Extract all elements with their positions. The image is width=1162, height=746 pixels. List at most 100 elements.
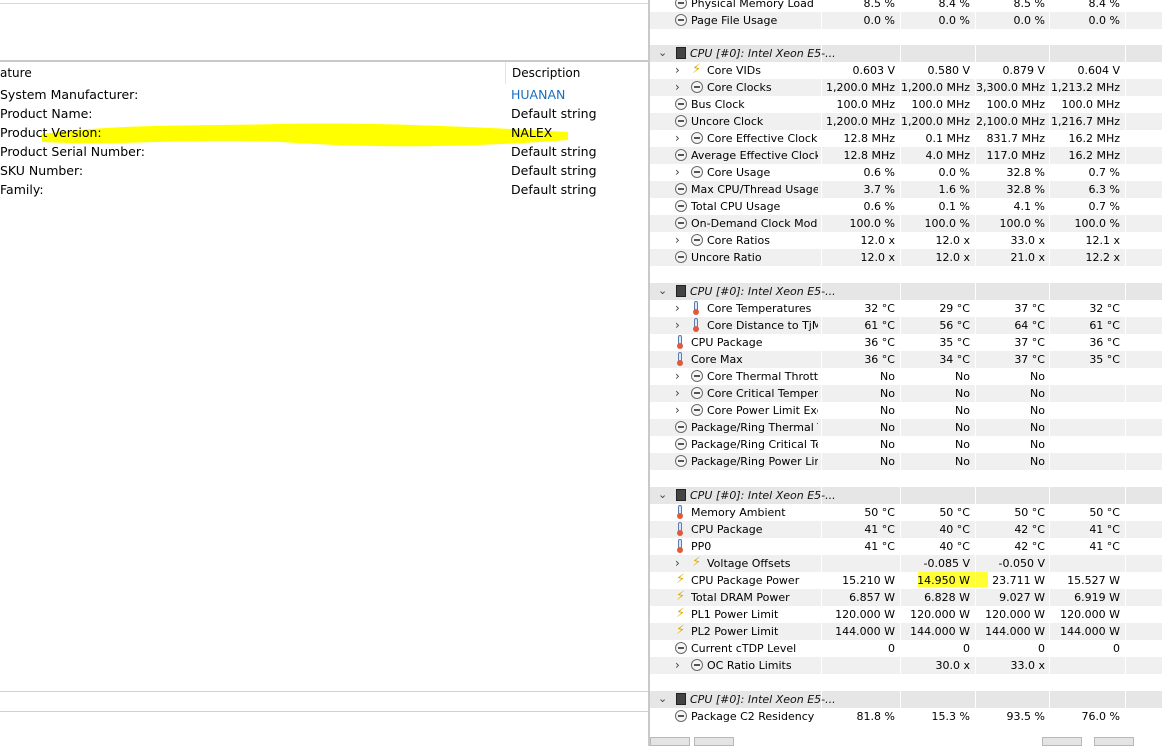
chevron-down-icon[interactable]: ⌄ <box>658 46 667 59</box>
table-row[interactable]: System Manufacturer: HUANAN <box>0 87 648 106</box>
sensor-row[interactable]: Page File Usage 0.0 % 0.0 % 0.0 % 0.0 % <box>650 12 1162 29</box>
monitor-button[interactable] <box>1042 737 1082 746</box>
sensor-row[interactable]: Current cTDP Level 0 0 0 0 <box>650 640 1162 657</box>
sensor-row[interactable]: Average Effective Clock 12.8 MHz 4.0 MHz 11… <box>650 147 1162 164</box>
toolbar-button[interactable] <box>694 737 734 746</box>
sensor-row[interactable]: CPU Package 36 °C 35 °C 37 °C 36 °C <box>650 334 1162 351</box>
description-link[interactable]: HUANAN <box>511 87 565 102</box>
sensor-row[interactable]: PP0 41 °C 40 °C 42 °C 41 °C <box>650 538 1162 555</box>
sensor-name: CPU Package <box>691 523 763 536</box>
chevron-right-icon[interactable]: › <box>675 301 680 315</box>
sensor-row[interactable]: › Core Power Limit Exc... No No No <box>650 402 1162 419</box>
sensor-row[interactable]: › Core Usage 0.6 % 0.0 % 32.8 % 0.7 % <box>650 164 1162 181</box>
sensor-name: Core Critical Tempera... <box>707 387 818 400</box>
min-value: 56 °C <box>939 319 970 332</box>
sensor-row[interactable]: › Core Thermal Throttling No No No <box>650 368 1162 385</box>
sensor-row[interactable]: ⚡ CPU Package Power 15.210 W 14.950 W 23.711… <box>650 572 1162 589</box>
max-value: 100.0 MHz <box>986 98 1045 111</box>
sensor-row[interactable]: › Core Ratios 12.0 x 12.0 x 33.0 x 12.1 x <box>650 232 1162 249</box>
current-value: No <box>880 404 895 417</box>
current-value: 12.8 MHz <box>843 149 895 162</box>
sensor-row[interactable]: Package/Ring Thermal Th... No No No <box>650 419 1162 436</box>
section-header[interactable]: ⌄ CPU [#0]: Intel Xeon E5-... <box>650 283 1162 300</box>
min-value: 1,200.0 MHz <box>900 115 970 128</box>
toolbar-button[interactable] <box>650 737 690 746</box>
chevron-right-icon[interactable]: › <box>675 63 680 77</box>
table-row[interactable]: SKU Number: Default string <box>0 163 648 182</box>
lightning-icon: ⚡ <box>676 572 686 587</box>
sensor-name: Average Effective Clock <box>691 149 818 162</box>
sensor-icon <box>675 115 687 127</box>
chevron-right-icon[interactable]: › <box>675 80 680 94</box>
sensor-row[interactable]: Package C2 Residency 81.8 % 15.3 % 93.5 % 76… <box>650 708 1162 725</box>
chevron-down-icon[interactable]: ⌄ <box>658 488 667 501</box>
sensor-row[interactable]: Package/Ring Critical Te... No No No <box>650 436 1162 453</box>
column-separator[interactable] <box>505 62 506 84</box>
chevron-right-icon[interactable]: › <box>675 165 680 179</box>
column-header-feature[interactable]: ature <box>0 66 32 80</box>
chevron-right-icon[interactable]: › <box>675 556 680 570</box>
min-value: No <box>955 404 970 417</box>
section-header[interactable]: ⌄ CPU [#0]: Intel Xeon E5-... <box>650 487 1162 504</box>
sensor-row[interactable]: › Core Clocks 1,200.0 MHz 1,200.0 MHz 3,300.… <box>650 79 1162 96</box>
chevron-right-icon[interactable]: › <box>675 131 680 145</box>
min-value: No <box>955 370 970 383</box>
table-row[interactable]: Product Name: Default string <box>0 106 648 125</box>
description-value: Default string <box>511 144 597 159</box>
sensor-row[interactable]: › Core Distance to TjMAX 61 °C 56 °C 64 °C 61… <box>650 317 1162 334</box>
table-row[interactable]: Product Version: NALEX <box>0 125 648 144</box>
max-value: 37 °C <box>1014 353 1045 366</box>
sensor-row[interactable]: › ⚡ Voltage Offsets -0.085 V -0.050 V <box>650 555 1162 572</box>
sensor-row[interactable]: Package/Ring Power Limi... No No No <box>650 453 1162 470</box>
sensor-name: Physical Memory Load <box>691 0 814 10</box>
chevron-down-icon[interactable]: ⌄ <box>658 692 667 705</box>
sensor-row[interactable]: Memory Ambient 50 °C 50 °C 50 °C 50 °C <box>650 504 1162 521</box>
section-header[interactable]: ⌄ CPU [#0]: Intel Xeon E5-... <box>650 45 1162 62</box>
sensor-row[interactable]: › OC Ratio Limits 30.0 x 33.0 x <box>650 657 1162 674</box>
current-value: No <box>880 370 895 383</box>
max-value: 0 <box>1038 642 1045 655</box>
chevron-right-icon[interactable]: › <box>675 403 680 417</box>
sensor-icon <box>675 200 687 212</box>
sensor-row[interactable]: On-Demand Clock Modul... 100.0 % 100.0 % 10… <box>650 215 1162 232</box>
current-value: 0 <box>888 642 895 655</box>
average-value: 100.0 MHz <box>1061 98 1120 111</box>
current-value: 3.7 % <box>863 183 895 196</box>
sensor-readings-pane: Physical Memory Load 8.5 % 8.4 % 8.5 % 8.4 %… <box>650 0 1162 746</box>
sensor-icon <box>675 98 687 110</box>
sensor-row[interactable]: CPU Package 41 °C 40 °C 42 °C 41 °C <box>650 521 1162 538</box>
sensor-row[interactable]: ⚡ PL2 Power Limit 144.000 W 144.000 W 144.00… <box>650 623 1162 640</box>
average-value: 6.3 % <box>1088 183 1120 196</box>
sensor-row[interactable]: Core Max 36 °C 34 °C 37 °C 35 °C <box>650 351 1162 368</box>
sensor-row[interactable]: ⚡ Total DRAM Power 6.857 W 6.828 W 9.027 W 6.… <box>650 589 1162 606</box>
settings-button[interactable] <box>1094 737 1134 746</box>
chevron-down-icon[interactable]: ⌄ <box>658 284 667 297</box>
average-value: 0.7 % <box>1088 166 1120 179</box>
sensor-row[interactable]: ⚡ PL1 Power Limit 120.000 W 120.000 W 120.00… <box>650 606 1162 623</box>
max-value: 0.879 V <box>1002 64 1045 77</box>
max-value: 144.000 W <box>985 625 1045 638</box>
sensor-row[interactable]: › ⚡ Core VIDs 0.603 V 0.580 V 0.879 V 0.604 V <box>650 62 1162 79</box>
sensor-row[interactable]: › Core Critical Tempera... No No No <box>650 385 1162 402</box>
table-row[interactable]: Product Serial Number: Default string <box>0 144 648 163</box>
chevron-right-icon[interactable]: › <box>675 658 680 672</box>
section-header[interactable]: ⌄ CPU [#0]: Intel Xeon E5-... <box>650 691 1162 708</box>
chevron-right-icon[interactable]: › <box>675 318 680 332</box>
sensor-row[interactable]: › Core Temperatures 32 °C 29 °C 37 °C 32 °C <box>650 300 1162 317</box>
table-row[interactable]: Family: Default string <box>0 182 648 201</box>
lightning-icon: ⚡ <box>692 62 702 77</box>
column-header-description[interactable]: Description <box>512 66 580 80</box>
chevron-right-icon[interactable]: › <box>675 369 680 383</box>
sensor-name: Memory Ambient <box>691 506 786 519</box>
average-value: 1,213.2 MHz <box>1050 81 1120 94</box>
sensor-row[interactable]: Uncore Clock 1,200.0 MHz 1,200.0 MHz 2,100.… <box>650 113 1162 130</box>
sensor-row[interactable]: Max CPU/Thread Usage 3.7 % 1.6 % 32.8 % 6.3 … <box>650 181 1162 198</box>
sensor-row[interactable]: › Core Effective Clocks 12.8 MHz 0.1 MHz 831… <box>650 130 1162 147</box>
sensor-row[interactable]: Total CPU Usage 0.6 % 0.1 % 4.1 % 0.7 % <box>650 198 1162 215</box>
chevron-right-icon[interactable]: › <box>675 233 680 247</box>
sensor-row[interactable]: Uncore Ratio 12.0 x 12.0 x 21.0 x 12.2 x <box>650 249 1162 266</box>
chevron-right-icon[interactable]: › <box>675 386 680 400</box>
sensor-row[interactable]: Bus Clock 100.0 MHz 100.0 MHz 100.0 MHz 100.… <box>650 96 1162 113</box>
sensor-row[interactable]: Physical Memory Load 8.5 % 8.4 % 8.5 % 8.4 % <box>650 0 1162 12</box>
max-value: 3,300.0 MHz <box>975 81 1045 94</box>
